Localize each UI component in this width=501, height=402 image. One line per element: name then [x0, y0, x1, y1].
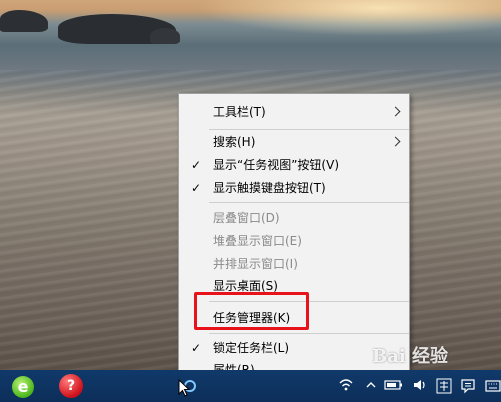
menu-item-label: 并排显示窗口(I): [213, 257, 298, 271]
highlight-box: [194, 292, 309, 330]
wallpaper-rock: [150, 28, 180, 44]
menu-separator: [209, 202, 409, 203]
check-icon: ✓: [191, 341, 202, 355]
keyboard-icon[interactable]: [485, 378, 501, 394]
menu-item-label: 搜索(H): [213, 135, 256, 149]
menu-item-stack-windows: 堆叠显示窗口(E): [179, 231, 409, 251]
chevron-up-icon[interactable]: [365, 378, 377, 392]
mouse-cursor-icon: [178, 379, 190, 397]
volume-icon[interactable]: [412, 378, 428, 392]
menu-item-label: 堆叠显示窗口(E): [213, 234, 302, 248]
menu-item-label: 层叠窗口(D): [213, 211, 280, 225]
menu-item-label: 锁定任务栏(L): [213, 341, 290, 355]
menu-item-show-touch-keyboard[interactable]: ✓ 显示触摸键盘按钮(T): [179, 178, 409, 198]
menu-item-toolbars[interactable]: 工具栏(T): [179, 102, 409, 122]
menu-item-side-by-side-windows: 并排显示窗口(I): [179, 254, 409, 274]
notification-icon[interactable]: [460, 378, 476, 394]
check-icon: ✓: [191, 181, 202, 195]
taskbar-context-menu: 工具栏(T) 搜索(H) ✓ 显示“任务视图”按钮(V) ✓ 显示触摸键盘按钮(…: [178, 93, 410, 383]
menu-item-label: 显示触摸键盘按钮(T): [213, 181, 326, 195]
menu-item-cascade-windows: 层叠窗口(D): [179, 208, 409, 228]
menu-item-show-task-view[interactable]: ✓ 显示“任务视图”按钮(V): [179, 155, 409, 175]
menu-item-label: 显示“任务视图”按钮(V): [213, 158, 340, 172]
ie-icon[interactable]: e: [12, 376, 34, 398]
menu-item-label: 工具栏(T): [213, 105, 266, 119]
chevron-right-icon: [390, 136, 401, 147]
menu-separator: [209, 333, 409, 334]
menu-separator: [209, 129, 409, 130]
red-app-icon[interactable]: ?: [59, 374, 83, 398]
wifi-icon[interactable]: [338, 378, 354, 392]
chevron-right-icon: [390, 106, 401, 117]
check-icon: ✓: [191, 158, 202, 172]
watermark: Bai 经验: [372, 346, 448, 367]
language-icon[interactable]: [436, 378, 452, 394]
wallpaper-rock: [0, 10, 48, 32]
battery-icon[interactable]: [384, 378, 404, 392]
menu-item-search[interactable]: 搜索(H): [179, 132, 409, 152]
